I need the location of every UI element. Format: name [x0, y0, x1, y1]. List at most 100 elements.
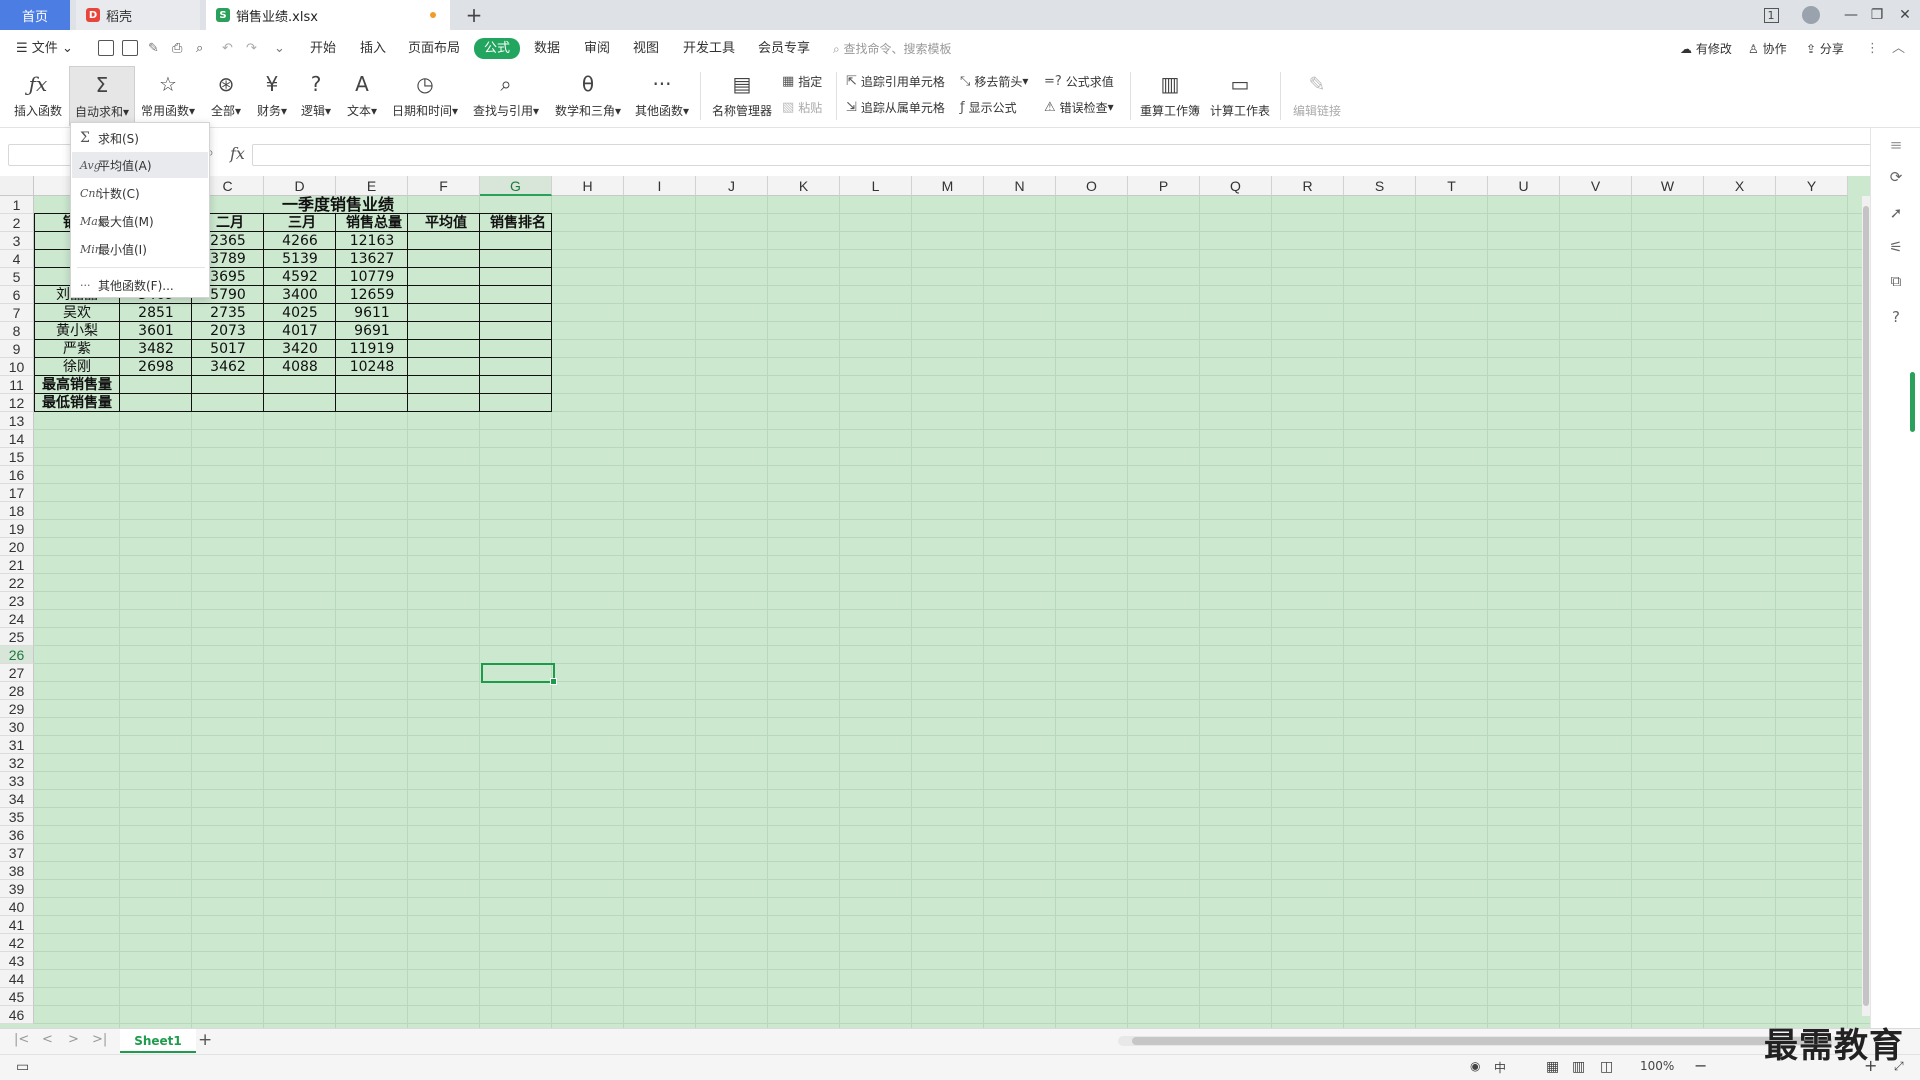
row-header-37[interactable]: 37: [0, 844, 34, 862]
input-method[interactable]: 中: [1494, 1059, 1506, 1076]
row-header-26[interactable]: 26: [0, 646, 34, 664]
menu-item-min[interactable]: Min 最小值(I): [72, 236, 208, 262]
row-header-35[interactable]: 35: [0, 808, 34, 826]
column-header-U[interactable]: U: [1488, 176, 1560, 196]
table-cell[interactable]: 5017: [192, 340, 264, 358]
row-header-11[interactable]: 11: [0, 376, 34, 394]
summary-max-label[interactable]: 最高销售量: [34, 376, 120, 394]
table-cell[interactable]: 2851: [120, 304, 192, 322]
column-header-P[interactable]: P: [1128, 176, 1200, 196]
table-cell[interactable]: 4592: [264, 268, 336, 286]
restore-icon[interactable]: ❐: [1862, 0, 1892, 30]
table-cell[interactable]: 徐刚: [34, 358, 120, 376]
row-header-16[interactable]: 16: [0, 466, 34, 484]
row-header-29[interactable]: 29: [0, 700, 34, 718]
insert-function-button[interactable]: ƒx 插入函数: [10, 66, 66, 126]
row-header-13[interactable]: 13: [0, 412, 34, 430]
row-header-34[interactable]: 34: [0, 790, 34, 808]
row-header-5[interactable]: 5: [0, 268, 34, 286]
print-icon[interactable]: ⎙: [172, 39, 182, 59]
autosum-button[interactable]: Σ 自动求和▾: [69, 66, 135, 126]
table-cell[interactable]: 3462: [192, 358, 264, 376]
row-header-28[interactable]: 28: [0, 682, 34, 700]
row-header-10[interactable]: 10: [0, 358, 34, 376]
row-header-3[interactable]: 3: [0, 232, 34, 250]
row-header-23[interactable]: 23: [0, 592, 34, 610]
column-header-S[interactable]: S: [1344, 176, 1416, 196]
horizontal-scrollbar[interactable]: [1118, 1036, 1858, 1046]
remove-arrows-button[interactable]: ⤡ 移去箭头 ▾: [960, 71, 1028, 91]
eye-protection-icon[interactable]: ◉: [1470, 1059, 1480, 1073]
table-cell[interactable]: 12163: [336, 232, 408, 250]
row-header-12[interactable]: 12: [0, 394, 34, 412]
row-header-40[interactable]: 40: [0, 898, 34, 916]
column-header-E[interactable]: E: [336, 176, 408, 196]
pointer-icon[interactable]: ⟳: [1886, 168, 1906, 188]
vertical-scrollbar[interactable]: [1862, 196, 1870, 1016]
column-header-F[interactable]: F: [408, 176, 480, 196]
zoom-out-icon[interactable]: −: [1694, 1056, 1707, 1075]
new-tab-button[interactable]: +: [462, 3, 486, 27]
row-header-33[interactable]: 33: [0, 772, 34, 790]
row-header-24[interactable]: 24: [0, 610, 34, 628]
text-button[interactable]: A 文本▾: [342, 66, 382, 126]
help-icon[interactable]: ?: [1886, 308, 1906, 328]
column-header-D[interactable]: D: [264, 176, 336, 196]
summary-min-label[interactable]: 最低销售量: [34, 394, 120, 412]
paste-name-button[interactable]: ▧ 粘贴: [782, 97, 822, 117]
column-header-T[interactable]: T: [1416, 176, 1488, 196]
fx-icon[interactable]: fx: [230, 144, 245, 163]
name-manager-button[interactable]: ▤ 名称管理器: [710, 66, 774, 126]
menu-item-average[interactable]: Avg 平均值(A): [72, 152, 208, 178]
other-functions-button[interactable]: ··· 其他函数▾: [632, 66, 692, 126]
save-icon[interactable]: [122, 40, 138, 56]
row-header-45[interactable]: 45: [0, 988, 34, 1006]
datetime-button[interactable]: ◷ 日期和时间▾: [390, 66, 460, 126]
row-header-2[interactable]: 2: [0, 214, 34, 232]
zoom-level[interactable]: 100%: [1640, 1059, 1674, 1073]
pages-icon[interactable]: ⧉: [1886, 272, 1906, 292]
specify-button[interactable]: ▦ 指定: [782, 71, 822, 91]
table-cell[interactable]: 4088: [264, 358, 336, 376]
active-cell[interactable]: [481, 663, 557, 685]
row-header-8[interactable]: 8: [0, 322, 34, 340]
normal-view-icon[interactable]: ▦: [1546, 1059, 1559, 1075]
row-header-38[interactable]: 38: [0, 862, 34, 880]
table-cell[interactable]: 3420: [264, 340, 336, 358]
row-header-1[interactable]: 1: [0, 196, 34, 214]
trace-precedents-button[interactable]: ⇱ 追踪引用单元格: [846, 71, 945, 91]
changes-button[interactable]: ☁ 有修改: [1680, 39, 1732, 59]
table-cell[interactable]: 4017: [264, 322, 336, 340]
row-header-14[interactable]: 14: [0, 430, 34, 448]
column-header-R[interactable]: R: [1272, 176, 1344, 196]
redo-icon[interactable]: ↷: [246, 39, 257, 59]
menu-item-max[interactable]: Max 最大值(M): [72, 208, 208, 234]
column-header-N[interactable]: N: [984, 176, 1056, 196]
table-cell[interactable]: 12659: [336, 286, 408, 304]
table-cell[interactable]: 13627: [336, 250, 408, 268]
header-cell-mar[interactable]: 三月: [266, 214, 338, 232]
table-cell[interactable]: 10248: [336, 358, 408, 376]
column-header-Q[interactable]: Q: [1200, 176, 1272, 196]
show-formulas-button[interactable]: ƒ 显示公式: [960, 97, 1017, 117]
vertical-scroll-thumb[interactable]: [1863, 206, 1869, 1006]
row-header-32[interactable]: 32: [0, 754, 34, 772]
menu-start[interactable]: 开始: [310, 39, 336, 59]
recalc-workbook-button[interactable]: ▥ 重算工作簿: [1138, 66, 1202, 126]
command-search[interactable]: ⌕ 查找命令、搜索模板: [833, 40, 952, 57]
column-header-Y[interactable]: Y: [1776, 176, 1848, 196]
column-header-J[interactable]: J: [696, 176, 768, 196]
trace-dependents-button[interactable]: ⇲ 追踪从属单元格: [846, 97, 945, 117]
page-indicator-icon[interactable]: 1: [1756, 0, 1786, 30]
page-break-view-icon[interactable]: ◫: [1600, 1059, 1613, 1075]
prev-sheet-icon[interactable]: <: [42, 1032, 53, 1047]
table-cell[interactable]: 9611: [336, 304, 408, 322]
share-button[interactable]: ⇪ 分享: [1806, 39, 1844, 59]
new-doc-icon[interactable]: [98, 40, 114, 56]
row-header-41[interactable]: 41: [0, 916, 34, 934]
table-cell[interactable]: 严紫: [34, 340, 120, 358]
column-header-V[interactable]: V: [1560, 176, 1632, 196]
column-header-L[interactable]: L: [840, 176, 912, 196]
row-header-27[interactable]: 27: [0, 664, 34, 682]
menu-item-more-functions[interactable]: ··· 其他函数(F)...: [72, 272, 208, 298]
